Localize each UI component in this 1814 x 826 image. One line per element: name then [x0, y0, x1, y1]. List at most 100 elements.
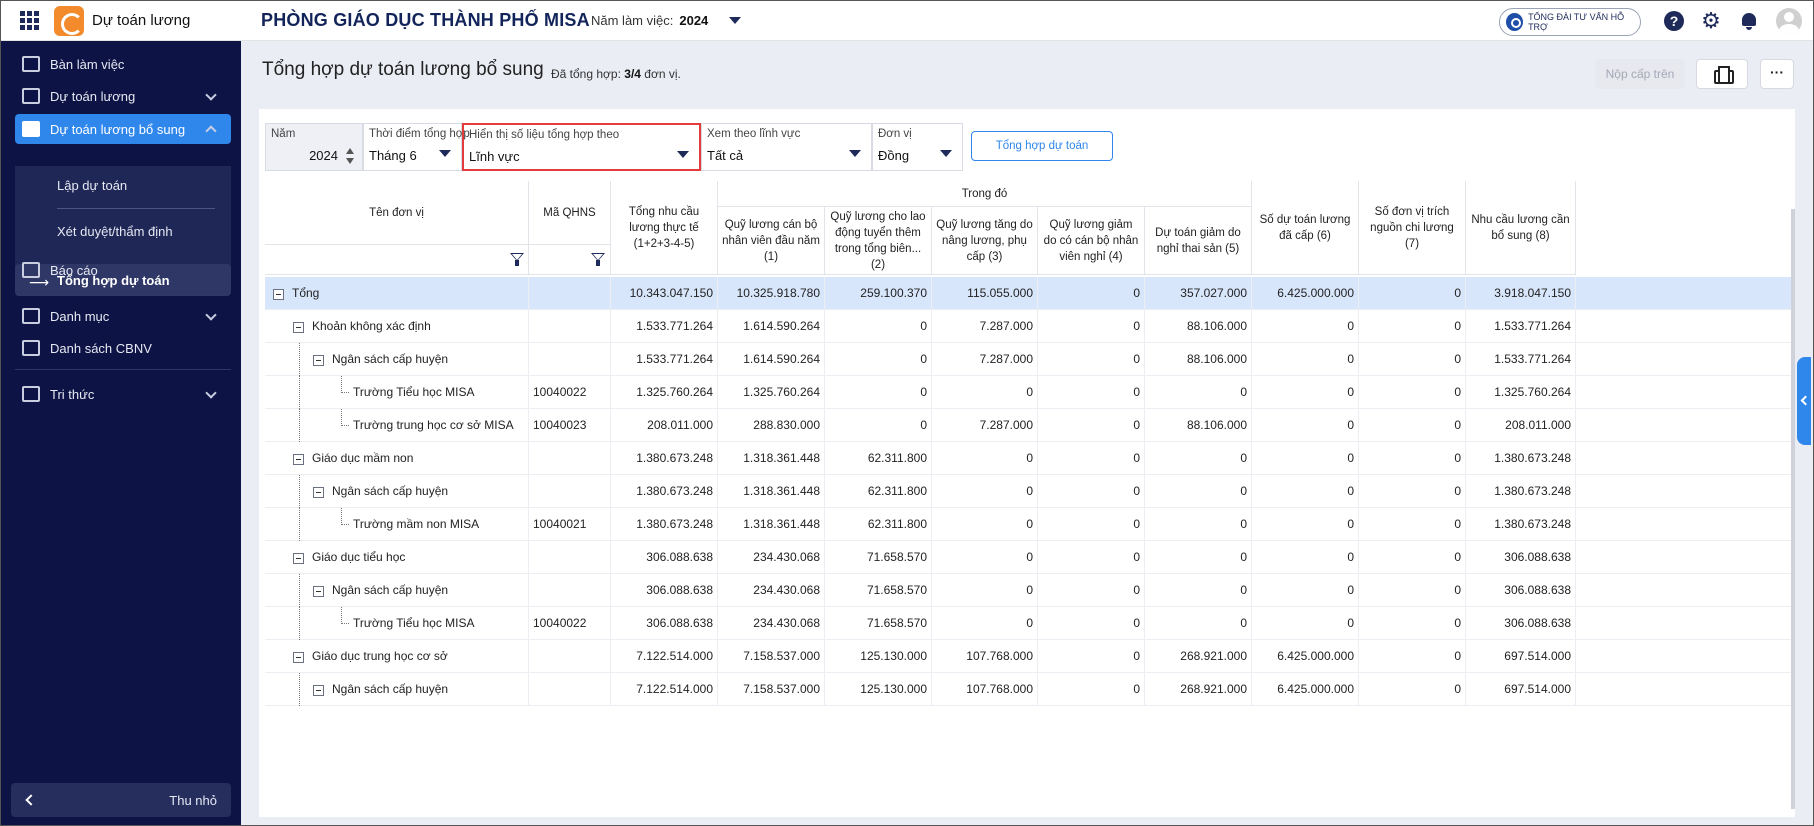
- field-select[interactable]: Xem theo lĩnh vực Tất cả: [701, 123, 872, 171]
- aggregate-estimate-button[interactable]: Tổng hợp dự toán: [971, 131, 1113, 161]
- sidebar-item-label: Dự toán lương bổ sung: [50, 121, 186, 137]
- tree-connector: [341, 607, 342, 624]
- value-cell-c7: 0: [1359, 541, 1466, 574]
- collapse-toggle-icon[interactable]: [293, 322, 304, 333]
- submit-to-superior-button[interactable]: Nộp cấp trên: [1595, 59, 1685, 89]
- divider: [15, 369, 231, 370]
- display-by-filter-label: Hiển thị số liệu tổng hợp theo: [469, 129, 620, 141]
- value-cell-c4: 0: [1038, 475, 1145, 508]
- table-row[interactable]: Trường mầm non MISA 10040021 1.380.673.248…: [265, 508, 1795, 541]
- sidebar-item-supplementary-estimate[interactable]: Dự toán lương bổ sung: [15, 114, 231, 144]
- value-cell-c2: 62.311.800: [825, 475, 932, 508]
- value-cell-c4: 0: [1038, 640, 1145, 673]
- value-cell-c2: 0: [825, 376, 932, 409]
- table-row[interactable]: Giáo dục trung học cơ sở 7.122.514.000 7.1…: [265, 640, 1795, 673]
- code-cell: [529, 673, 611, 706]
- table-row[interactable]: Trường Tiểu học MISA 10040022 1.325.760.26…: [265, 376, 1795, 409]
- column-header-c7[interactable]: Số đơn vị trích nguồn chi lương (7): [1359, 181, 1466, 275]
- support-hotline-button[interactable]: TỔNG ĐÀI TƯ VẤN HỖ TRỢ: [1499, 8, 1641, 36]
- help-icon[interactable]: ?: [1664, 11, 1684, 31]
- app-window: Dự toán lương PHÒNG GIÁO DỤC THÀNH PHỐ M…: [0, 0, 1814, 826]
- unit-name-filter-cell: [265, 245, 529, 275]
- column-header-c4[interactable]: Quỹ lương giảm do có cán bộ nhân viên ng…: [1038, 207, 1145, 275]
- period-select[interactable]: Thời điểm tổng hợp Tháng 6: [363, 123, 470, 171]
- table-row[interactable]: Ngân sách cấp huyện 306.088.638 234.430.06…: [265, 574, 1795, 607]
- collapse-toggle-icon[interactable]: [293, 652, 304, 663]
- organization-name: PHÒNG GIÁO DỤC THÀNH PHỐ MISA: [261, 10, 590, 30]
- value-cell-c5: 88.106.000: [1145, 409, 1252, 442]
- filter-icon[interactable]: [510, 253, 524, 267]
- sidebar-item-label: Tri thức: [50, 386, 95, 402]
- sidebar-item-salary-estimate[interactable]: Dự toán lương: [15, 81, 231, 111]
- collapse-toggle-icon[interactable]: [293, 553, 304, 564]
- sidebar-subitem-create-estimate[interactable]: Lập dự toán: [57, 178, 127, 193]
- collapse-toggle-icon[interactable]: [293, 454, 304, 465]
- unit-select[interactable]: Đơn vị Đồng: [872, 123, 963, 171]
- collapse-toggle-icon[interactable]: [313, 355, 324, 366]
- unit-name-text: Trường Tiểu học MISA: [353, 616, 475, 630]
- chevron-down-icon[interactable]: [729, 17, 741, 24]
- column-header-total[interactable]: Tổng nhu cầu lương thực tế (1+2+3-4-5): [611, 181, 718, 275]
- collapse-sidebar-button[interactable]: Thu nhỏ: [11, 783, 231, 817]
- collapse-toggle-icon[interactable]: [313, 685, 324, 696]
- sidebar-item-knowledge[interactable]: Tri thức: [15, 379, 231, 409]
- sidebar-item-reports[interactable]: Báo cáo: [15, 255, 231, 285]
- collapse-toggle-icon[interactable]: [313, 586, 324, 597]
- table-row[interactable]: Giáo dục mầm non 1.380.673.248 1.318.361.4…: [265, 442, 1795, 475]
- chevron-down-icon: [940, 150, 952, 157]
- tree-connector: [299, 508, 300, 541]
- column-header-c1[interactable]: Quỹ lương cán bộ nhân viên đầu năm (1): [718, 207, 825, 275]
- table-row[interactable]: Trường trung học cơ sở MISA 10040023 208.0…: [265, 409, 1795, 442]
- value-cell-c8: 208.011.000: [1466, 409, 1576, 442]
- table-row[interactable]: Khoản không xác định 1.533.771.264 1.614.5…: [265, 310, 1795, 343]
- stepper-arrows-icon[interactable]: [346, 148, 354, 166]
- collapse-toggle-icon[interactable]: [313, 487, 324, 498]
- working-year[interactable]: Năm làm việc: 2024: [591, 13, 708, 28]
- year-stepper[interactable]: Năm 2024: [265, 123, 363, 171]
- column-header-unit-name[interactable]: Tên đơn vị: [265, 181, 529, 245]
- display-by-select[interactable]: Hiển thị số liệu tổng hợp theo Lĩnh vực: [462, 123, 701, 171]
- sidebar-item-desk[interactable]: Bàn làm việc: [15, 49, 231, 79]
- value-cell-c8: 1.533.771.264: [1466, 310, 1576, 343]
- expand-panel-tab[interactable]: [1797, 357, 1811, 445]
- value-cell-c3: 7.287.000: [932, 343, 1038, 376]
- app-launcher-icon[interactable]: [20, 10, 40, 31]
- vertical-scrollbar[interactable]: [1791, 209, 1795, 809]
- column-header-code[interactable]: Mã QHNS: [529, 181, 611, 245]
- column-header-c6[interactable]: Số dự toán lương đã cấp (6): [1252, 181, 1359, 275]
- table-row[interactable]: Ngân sách cấp huyện 1.533.771.264 1.614.59…: [265, 343, 1795, 376]
- sidebar-subitem-review[interactable]: Xét duyệt/thẩm định: [57, 224, 173, 239]
- value-cell-total: 1.380.673.248: [611, 475, 718, 508]
- sidebar-item-staff-list[interactable]: Danh sách CBNV: [15, 333, 231, 363]
- collapse-toggle-icon[interactable]: [273, 289, 284, 300]
- avatar[interactable]: [1776, 8, 1802, 34]
- table-row[interactable]: Ngân sách cấp huyện 1.380.673.248 1.318.36…: [265, 475, 1795, 508]
- table-row[interactable]: Tổng 10.343.047.150 10.325.918.780 259.100.…: [265, 277, 1795, 310]
- value-cell-c6: 0: [1252, 442, 1359, 475]
- table-row[interactable]: Ngân sách cấp huyện 7.122.514.000 7.158.53…: [265, 673, 1795, 706]
- print-icon[interactable]: [1696, 59, 1748, 89]
- column-header-c3[interactable]: Quỹ lương tăng do nâng lương, phụ cấp (3…: [932, 207, 1038, 275]
- column-header-c2[interactable]: Quỹ lương cho lao động tuyển thêm trong …: [825, 207, 932, 275]
- more-options-button[interactable]: ···: [1760, 59, 1794, 89]
- bell-icon[interactable]: [1739, 11, 1759, 31]
- table-row[interactable]: Giáo dục tiểu học 306.088.638 234.430.068 7…: [265, 541, 1795, 574]
- value-cell-c6: 0: [1252, 541, 1359, 574]
- table-row[interactable]: Trường Tiểu học MISA 10040022 306.088.638 2…: [265, 607, 1795, 640]
- column-header-c8[interactable]: Nhu cầu lương cần bổ sung (8): [1466, 181, 1576, 275]
- value-cell-c8: 3.918.047.150: [1466, 277, 1576, 310]
- sidebar-item-label: Báo cáo: [50, 262, 98, 278]
- value-cell-c4: 0: [1038, 409, 1145, 442]
- chevron-down-icon: [677, 151, 689, 158]
- value-cell-c5: 0: [1145, 442, 1252, 475]
- unit-name-text: Giáo dục mầm non: [312, 451, 414, 465]
- value-cell-c3: 0: [932, 475, 1038, 508]
- column-header-c5[interactable]: Dự toán giảm do nghỉ thai sản (5): [1145, 207, 1252, 275]
- value-cell-c2: 0: [825, 343, 932, 376]
- value-cell-c5: 357.027.000: [1145, 277, 1252, 310]
- unit-name-text: Tổng: [292, 286, 320, 300]
- sidebar-item-catalog[interactable]: Danh mục: [15, 301, 231, 331]
- filter-icon[interactable]: [591, 253, 605, 267]
- gear-icon[interactable]: ⚙: [1701, 10, 1721, 32]
- value-cell-c4: 0: [1038, 343, 1145, 376]
